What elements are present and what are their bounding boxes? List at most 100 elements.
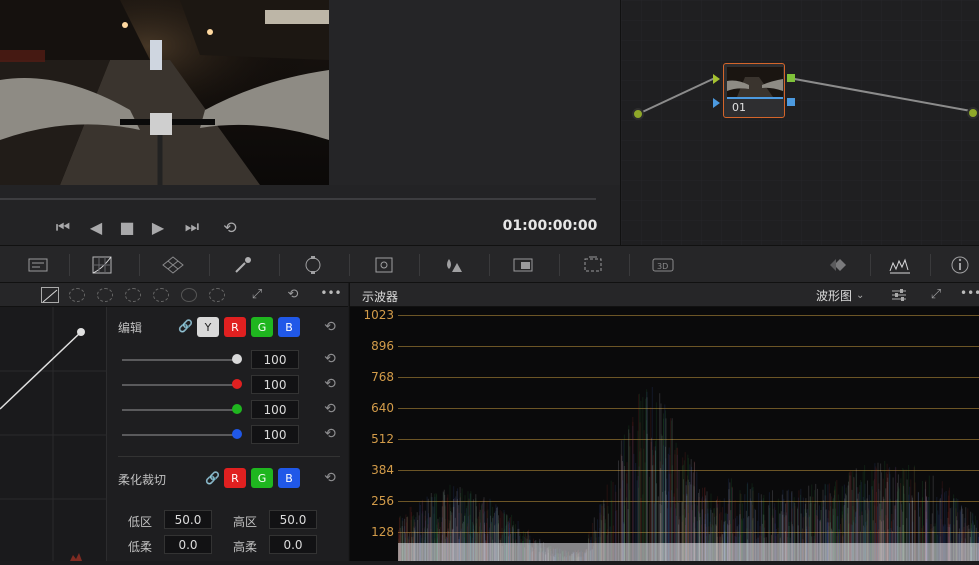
expand-icon[interactable]: ⤢ bbox=[249, 287, 265, 303]
node-editor[interactable]: 01 bbox=[620, 0, 979, 245]
r-value-field[interactable]: 100 bbox=[251, 375, 299, 394]
alpha-input-icon[interactable] bbox=[713, 98, 720, 108]
high-soft-field[interactable]: 0.0 bbox=[269, 535, 317, 554]
r-slider-track[interactable] bbox=[122, 384, 238, 386]
source-input-icon[interactable] bbox=[632, 108, 644, 120]
play-button[interactable]: ▶ bbox=[146, 216, 170, 238]
curves-grid-icon bbox=[92, 256, 112, 273]
loop-button[interactable]: ⟲ bbox=[218, 216, 242, 238]
scope-header: 示波器 波形图 ⌄ ⤢ ••• bbox=[350, 283, 979, 307]
scope-expand-icon[interactable]: ⤢ bbox=[928, 287, 944, 303]
high-soft-label: 高柔 bbox=[233, 540, 258, 554]
palette-toolbar: 3D bbox=[0, 245, 979, 283]
video-frame[interactable] bbox=[0, 0, 329, 185]
y-channel-chip[interactable]: Y bbox=[197, 317, 219, 337]
stop-icon: ■ bbox=[119, 217, 135, 237]
b-reset-icon[interactable]: ⟲ bbox=[322, 426, 338, 442]
curve-canvas bbox=[0, 307, 107, 561]
node-thumbnail bbox=[727, 67, 783, 97]
node-thumbnail-image bbox=[727, 67, 783, 97]
tool-qualifier[interactable] bbox=[223, 246, 263, 283]
tool-color-match[interactable] bbox=[83, 246, 123, 283]
r-reset-icon[interactable]: ⟲ bbox=[322, 376, 338, 392]
b-slider-knob[interactable] bbox=[232, 429, 242, 439]
sat-vs-lum-icon[interactable] bbox=[209, 288, 225, 302]
b-slider-track[interactable] bbox=[122, 434, 238, 436]
b-channel-chip[interactable]: B bbox=[278, 317, 300, 337]
alpha-output-icon[interactable] bbox=[787, 98, 795, 106]
rgb-input-icon[interactable] bbox=[713, 74, 720, 84]
node-output-icon[interactable] bbox=[967, 107, 979, 119]
scopes-icon bbox=[889, 258, 910, 273]
play-reverse-button[interactable]: ◀ bbox=[84, 216, 108, 238]
soft-clip-g-chip[interactable]: G bbox=[251, 468, 273, 488]
rgb-output-icon[interactable] bbox=[787, 74, 795, 82]
scope-more-icon[interactable]: ••• bbox=[960, 286, 979, 302]
custom-curve-tab-icon[interactable] bbox=[41, 287, 59, 303]
tool-key[interactable] bbox=[503, 246, 543, 283]
tool-3d[interactable]: 3D bbox=[643, 246, 683, 283]
sizing-icon bbox=[584, 256, 602, 271]
tool-window[interactable] bbox=[293, 246, 333, 283]
jump-last-button[interactable]: ⏭ bbox=[180, 216, 204, 238]
tick-label: 256 bbox=[371, 494, 394, 508]
tool-color-warper[interactable] bbox=[153, 246, 193, 283]
r-channel-chip[interactable]: R bbox=[224, 317, 246, 337]
key-icon bbox=[513, 258, 533, 271]
low-soft-field[interactable]: 0.0 bbox=[164, 535, 212, 554]
jump-first-button[interactable]: ⏮ bbox=[51, 216, 75, 238]
r-slider-knob[interactable] bbox=[232, 379, 242, 389]
soft-clip-link-icon[interactable]: 🔗 bbox=[205, 471, 220, 485]
tick-label: 512 bbox=[371, 432, 394, 446]
3d-icon: 3D bbox=[652, 258, 674, 271]
waveform-trace bbox=[398, 387, 979, 561]
tool-camera-raw[interactable] bbox=[18, 246, 58, 283]
g-slider-track[interactable] bbox=[122, 409, 238, 411]
reset-all-icon[interactable]: ⟲ bbox=[285, 287, 301, 303]
scope-settings-icon[interactable] bbox=[890, 287, 908, 303]
sliders-icon bbox=[892, 289, 906, 301]
tool-sizing[interactable] bbox=[573, 246, 613, 283]
soft-clip-b-chip[interactable]: B bbox=[278, 468, 300, 488]
keyframes-icon bbox=[830, 258, 846, 271]
timeline-scrubber[interactable] bbox=[0, 198, 596, 200]
g-channel-chip[interactable]: G bbox=[251, 317, 273, 337]
lum-vs-sat-icon[interactable] bbox=[153, 288, 169, 302]
b-value-field[interactable]: 100 bbox=[251, 425, 299, 444]
low-field[interactable]: 50.0 bbox=[164, 510, 212, 529]
g-value-field[interactable]: 100 bbox=[251, 400, 299, 419]
more-options-icon[interactable]: ••• bbox=[320, 286, 342, 302]
sat-vs-sat-icon[interactable] bbox=[181, 288, 197, 302]
y-slider-knob[interactable] bbox=[232, 354, 242, 364]
hue-vs-hue-icon[interactable] bbox=[69, 288, 85, 302]
soft-clip-reset-icon[interactable]: ⟲ bbox=[322, 470, 338, 486]
y-slider-track[interactable] bbox=[122, 359, 238, 361]
tick-label: 896 bbox=[371, 339, 394, 353]
edit-reset-icon[interactable]: ⟲ bbox=[322, 319, 338, 335]
curve-graph[interactable] bbox=[0, 307, 107, 561]
hue-vs-sat-icon[interactable] bbox=[97, 288, 113, 302]
tool-info[interactable] bbox=[940, 246, 979, 283]
y-reset-icon[interactable]: ⟲ bbox=[322, 351, 338, 367]
tick-label: 768 bbox=[371, 370, 394, 384]
curve-icon bbox=[42, 289, 58, 303]
hue-vs-lum-icon[interactable] bbox=[125, 288, 141, 302]
scope-mode-dropdown[interactable]: 波形图 ⌄ bbox=[816, 286, 864, 304]
tick-label: 640 bbox=[371, 401, 394, 415]
tool-tracker[interactable] bbox=[364, 246, 404, 283]
y-value-field[interactable]: 100 bbox=[251, 350, 299, 369]
curve-point[interactable] bbox=[77, 328, 85, 336]
stop-button[interactable]: ■ bbox=[115, 216, 139, 238]
tool-keyframes[interactable] bbox=[820, 246, 860, 283]
g-reset-icon[interactable]: ⟲ bbox=[322, 401, 338, 417]
soft-clip-r-chip[interactable]: R bbox=[224, 468, 246, 488]
link-icon[interactable]: 🔗 bbox=[178, 319, 193, 333]
g-slider-knob[interactable] bbox=[232, 404, 242, 414]
skip-forward-icon: ⏭ bbox=[184, 217, 200, 236]
high-field[interactable]: 50.0 bbox=[269, 510, 317, 529]
node-progress-line bbox=[727, 97, 783, 99]
tool-scopes[interactable] bbox=[880, 246, 920, 283]
color-node-01[interactable]: 01 bbox=[723, 63, 785, 118]
tool-blur[interactable] bbox=[433, 246, 473, 283]
node-label: 01 bbox=[732, 101, 746, 114]
